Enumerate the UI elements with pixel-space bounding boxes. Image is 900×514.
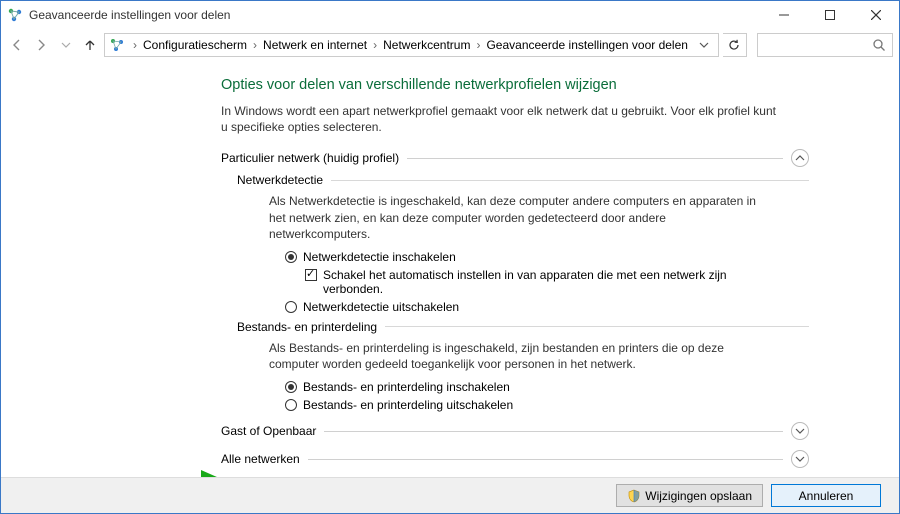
subsection-file-sharing: Bestands- en printerdeling	[237, 320, 809, 334]
search-box[interactable]	[757, 33, 893, 57]
page-subtitle: In Windows wordt een apart netwerkprofie…	[221, 103, 781, 135]
save-button-label: Wijzigingen opslaan	[645, 489, 752, 503]
section-all-label: Alle netwerken	[221, 452, 308, 466]
radio-fs-off[interactable]: Bestands- en printerdeling uitschakelen	[285, 398, 745, 412]
breadcrumb-icon	[109, 37, 125, 53]
chevron-right-icon: ›	[371, 38, 379, 52]
radio-nd-on[interactable]: Netwerkdetectie inschakelen	[285, 250, 745, 264]
breadcrumb-seg-current[interactable]: Geavanceerde instellingen voor delen	[484, 38, 689, 52]
chevron-right-icon: ›	[474, 38, 482, 52]
checkbox-nd-auto[interactable]: Schakel het automatisch instellen in van…	[305, 268, 765, 296]
radio-icon	[285, 399, 297, 411]
app-icon	[7, 7, 23, 23]
minimize-button[interactable]	[761, 1, 807, 29]
chevron-right-icon: ›	[131, 38, 139, 52]
chevron-up-icon[interactable]	[791, 149, 809, 167]
checkbox-label: Schakel het automatisch instellen in van…	[323, 268, 765, 296]
section-all-networks[interactable]: Alle netwerken	[221, 450, 809, 468]
radio-label: Bestands- en printerdeling inschakelen	[303, 380, 510, 394]
footer: Wijzigingen opslaan Annuleren	[1, 477, 899, 513]
chevron-right-icon: ›	[251, 38, 259, 52]
section-private-label: Particulier netwerk (huidig profiel)	[221, 151, 407, 165]
back-button[interactable]	[7, 33, 27, 57]
radio-label: Bestands- en printerdeling uitschakelen	[303, 398, 513, 412]
radio-icon	[285, 381, 297, 393]
radio-label: Netwerkdetectie inschakelen	[303, 250, 456, 264]
shield-icon	[627, 489, 641, 503]
network-discovery-desc: Als Netwerkdetectie is ingeschakeld, kan…	[269, 193, 759, 242]
cancel-button-label: Annuleren	[799, 489, 854, 503]
breadcrumb[interactable]: › Configuratiescherm › Netwerk en intern…	[104, 33, 719, 57]
section-guest[interactable]: Gast of Openbaar	[221, 422, 809, 440]
refresh-button[interactable]	[723, 33, 747, 57]
subsection-label: Bestands- en printerdeling	[237, 320, 385, 334]
forward-button[interactable]	[31, 33, 51, 57]
chevron-down-icon[interactable]	[791, 422, 809, 440]
maximize-button[interactable]	[807, 1, 853, 29]
save-button[interactable]: Wijzigingen opslaan	[616, 484, 763, 507]
subsection-network-discovery: Netwerkdetectie	[237, 173, 809, 187]
window-title: Geavanceerde instellingen voor delen	[29, 8, 761, 22]
breadcrumb-seg-control-panel[interactable]: Configuratiescherm	[141, 38, 249, 52]
radio-label: Netwerkdetectie uitschakelen	[303, 300, 459, 314]
breadcrumb-seg-network-center[interactable]: Netwerkcentrum	[381, 38, 472, 52]
close-button[interactable]	[853, 1, 899, 29]
cancel-button[interactable]: Annuleren	[771, 484, 881, 507]
radio-icon	[285, 251, 297, 263]
file-sharing-desc: Als Bestands- en printerdeling is ingesc…	[269, 340, 759, 372]
section-private[interactable]: Particulier netwerk (huidig profiel)	[221, 149, 809, 167]
chevron-down-icon[interactable]	[694, 40, 714, 50]
radio-fs-on[interactable]: Bestands- en printerdeling inschakelen	[285, 380, 745, 394]
search-icon	[872, 38, 886, 52]
title-bar: Geavanceerde instellingen voor delen	[1, 1, 899, 29]
checkbox-icon	[305, 269, 317, 281]
radio-icon	[285, 301, 297, 313]
breadcrumb-seg-network-internet[interactable]: Netwerk en internet	[261, 38, 369, 52]
chevron-down-icon[interactable]	[791, 450, 809, 468]
section-guest-label: Gast of Openbaar	[221, 424, 324, 438]
radio-nd-off[interactable]: Netwerkdetectie uitschakelen	[285, 300, 745, 314]
nav-row: › Configuratiescherm › Netwerk en intern…	[1, 29, 899, 61]
up-button[interactable]	[80, 33, 100, 57]
content-area: Opties voor delen van verschillende netw…	[1, 61, 899, 477]
annotation-arrow-icon	[91, 466, 231, 477]
recent-dropdown-icon[interactable]	[56, 33, 76, 57]
subsection-label: Netwerkdetectie	[237, 173, 331, 187]
page-title: Opties voor delen van verschillende netw…	[221, 77, 809, 93]
